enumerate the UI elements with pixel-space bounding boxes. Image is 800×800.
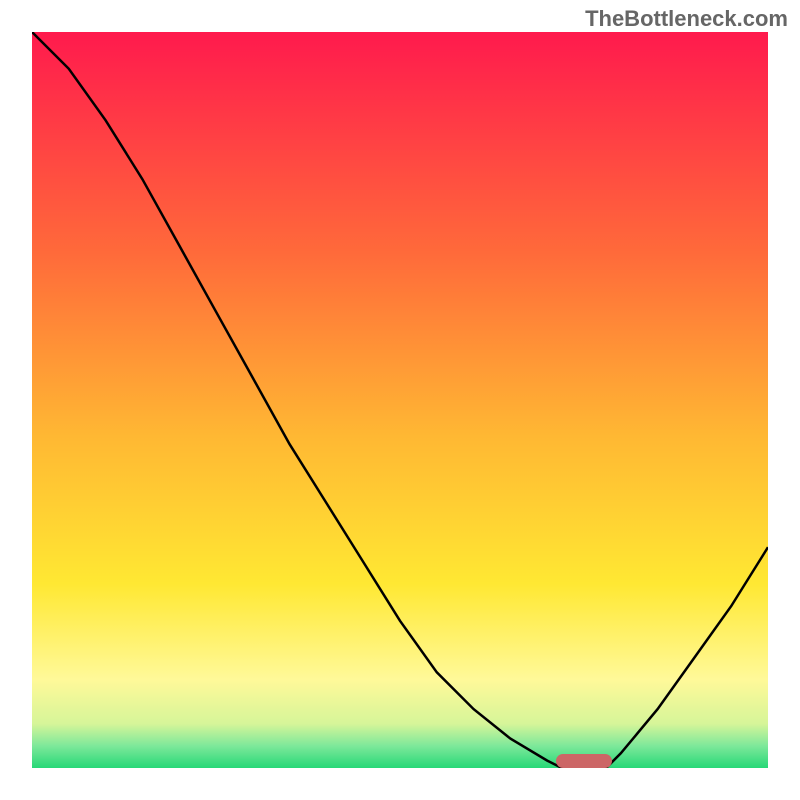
chart-container: TheBottleneck.com (0, 0, 800, 800)
watermark-text: TheBottleneck.com (585, 6, 788, 32)
optimal-marker (556, 754, 612, 768)
bottleneck-curve (32, 32, 768, 768)
chart-area (32, 32, 768, 768)
